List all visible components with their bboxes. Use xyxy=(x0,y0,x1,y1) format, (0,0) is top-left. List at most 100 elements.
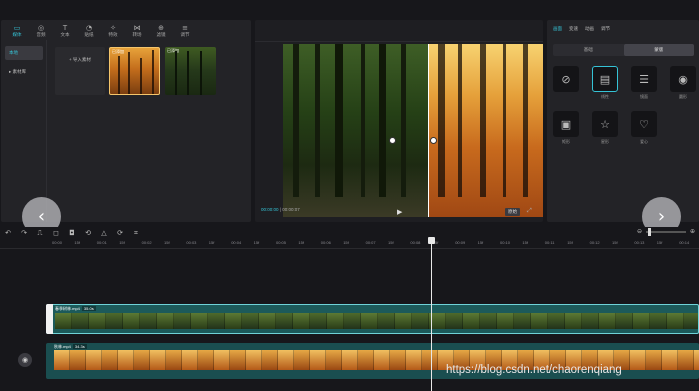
ruler-tick-label: 00:12 xyxy=(589,240,600,245)
tab-text[interactable]: T 文本 xyxy=(53,22,77,40)
ruler-tick-label: 00:09 xyxy=(455,240,466,245)
ruler-tick-label: 00:10 xyxy=(500,240,511,245)
play-icon[interactable]: ▶ xyxy=(397,208,402,216)
adjust-icon: ≡ xyxy=(182,24,188,32)
sidebar-item-local[interactable]: 本地 xyxy=(5,46,43,60)
mask-split-line[interactable] xyxy=(428,44,429,217)
ruler-tick-label: 15f xyxy=(253,240,260,245)
ruler-tick-label: 15f xyxy=(567,240,573,245)
zoom-in-icon[interactable]: ⊕ xyxy=(690,228,695,235)
text-icon: T xyxy=(62,24,68,32)
mask-option-6[interactable]: ♡ xyxy=(631,111,657,137)
tab-label: 转场 xyxy=(132,32,142,37)
tab-media[interactable]: ▭ 媒体 xyxy=(5,22,29,40)
rotate-icon[interactable]: ⟳ xyxy=(112,229,128,237)
split-icon[interactable]: ⎍ xyxy=(32,229,48,238)
properties-panel: 画面 变速 动画 调节 基础 蒙版 ⊘ ▤ 线性 ☰ 镜面 ◉ 圆形 ▣ 矩形 ☆ 星形 ♡ 爱心 xyxy=(547,20,699,222)
ruler-tick-label: 00:05 xyxy=(276,240,287,245)
clip-frames xyxy=(55,313,698,329)
mask-label: 镜面 xyxy=(640,94,648,99)
ruler-tick-label: 00:02 xyxy=(141,240,152,245)
mask-label: 线性 xyxy=(601,94,609,99)
tab-label: 滤镜 xyxy=(156,32,166,37)
mask-label: 星形 xyxy=(601,139,609,144)
import-media-button[interactable]: + 导入素材 xyxy=(55,47,105,95)
chevron-right-icon: › xyxy=(657,206,666,227)
preview-video[interactable] xyxy=(283,44,543,217)
playhead[interactable] xyxy=(431,237,432,391)
tab-sticker[interactable]: ◔ 贴纸 xyxy=(77,22,101,40)
redo-icon[interactable]: ↷ xyxy=(16,229,32,237)
thumbnail-label: 已添加 xyxy=(112,49,124,54)
delete-icon[interactable]: ◻ xyxy=(48,229,64,237)
mask-option-0[interactable]: ⊘ xyxy=(553,66,579,92)
freeze-icon[interactable]: ◘ xyxy=(64,229,80,237)
tab-audio[interactable]: ◎ 音频 xyxy=(29,22,53,40)
zoom-out-icon[interactable]: ⊖ xyxy=(637,228,642,235)
chevron-left-icon: ‹ xyxy=(37,206,46,227)
current-time: 00:00:00 xyxy=(261,207,279,212)
thumbnail-label: 已添加 xyxy=(167,48,179,53)
media-thumbnail-spring[interactable]: 已添加 xyxy=(165,47,216,95)
watermark-text: https://blog.csdn.net/chaorenqiang xyxy=(446,364,622,376)
ratio-button[interactable]: 原始 xyxy=(505,208,520,216)
mask-label: 爱心 xyxy=(640,139,648,144)
mask-option-3[interactable]: ◉ xyxy=(670,66,696,92)
ruler-tick-label: 15f xyxy=(656,240,663,245)
sticker-icon: ◔ xyxy=(85,24,93,32)
ruler-tick-label: 15f xyxy=(74,240,80,245)
tab-label: 调节 xyxy=(180,32,190,37)
clip-duration: 35.0s xyxy=(81,306,96,311)
media-thumbnail-autumn[interactable]: 已添加 xyxy=(109,47,160,95)
tab-filter[interactable]: ⊕ 滤镜 xyxy=(149,22,173,40)
time-ruler[interactable]: 00:00 15f 00:01 15f 00:02 15f 00:03 15f 00:04 15f… xyxy=(0,239,699,249)
fullscreen-icon[interactable]: ⤢ xyxy=(527,208,532,215)
mask-option-4[interactable]: ▣ xyxy=(553,111,579,137)
segment-mask[interactable]: 蒙版 xyxy=(623,44,694,56)
ruler-tick-label: 00:06 xyxy=(320,240,331,245)
tab-label: 文本 xyxy=(60,32,70,37)
undo-icon[interactable]: ↶ xyxy=(0,229,16,237)
ruler-tick-label: 15f xyxy=(119,240,125,245)
video-track-spring[interactable]: 春季树林.mp4 35.0s xyxy=(46,304,699,334)
tab-effects[interactable]: ✧ 特效 xyxy=(101,22,125,40)
tab-adjust[interactable]: ≡ 调节 xyxy=(173,22,197,40)
ruler-tick-label: 00:13 xyxy=(634,240,645,245)
mirror-icon[interactable]: △ xyxy=(96,229,112,237)
ruler-tick-label: 00:07 xyxy=(365,240,376,245)
media-sidebar: 本地 ▸ 素材库 xyxy=(5,46,43,84)
properties-tabs: 画面 变速 动画 调节 xyxy=(553,26,610,32)
ruler-tick-label: 00:03 xyxy=(186,240,197,245)
mask-option-2[interactable]: ☰ xyxy=(631,66,657,92)
properties-segment: 基础 蒙版 xyxy=(553,44,694,56)
mask-rotate-handle[interactable] xyxy=(430,137,437,144)
tab-transition[interactable]: ⋈ 转场 xyxy=(125,22,149,40)
reverse-icon[interactable]: ⟲ xyxy=(80,229,96,237)
mask-option-5[interactable]: ☆ xyxy=(592,111,618,137)
autumn-forest-frame xyxy=(428,44,543,217)
mask-handle[interactable] xyxy=(389,137,396,144)
tab-label: 媒体 xyxy=(12,32,22,37)
ruler-tick-label: 15f xyxy=(388,240,394,245)
media-icon: ▭ xyxy=(13,24,21,32)
ruler-tick-label: 15f xyxy=(612,240,618,245)
mask-option-1[interactable]: ▤ xyxy=(592,66,618,92)
clip-trim-handle[interactable] xyxy=(46,304,53,334)
tab-speed[interactable]: 变速 xyxy=(569,26,578,32)
tab-label: 音频 xyxy=(36,32,46,37)
tab-animation[interactable]: 动画 xyxy=(585,26,594,32)
tab-label: 贴纸 xyxy=(84,32,94,37)
tab-picture[interactable]: 画面 xyxy=(553,26,562,32)
ruler-tick-label: 15f xyxy=(343,240,349,245)
clip-name: 春季树林.mp4 xyxy=(55,306,80,311)
track-audio-icon[interactable]: ◉ xyxy=(18,353,32,367)
clip-duration: 34.3s xyxy=(72,344,87,349)
ruler-tick-label: 15f xyxy=(298,240,304,245)
crop-icon[interactable]: ⌗ xyxy=(128,229,144,238)
ruler-tick-label: 00:14 xyxy=(679,240,690,245)
sidebar-item-library[interactable]: ▸ 素材库 xyxy=(5,65,43,79)
ruler-tick-label: 00:00 xyxy=(52,240,63,245)
tab-adjust[interactable]: 调节 xyxy=(601,26,610,32)
segment-basic[interactable]: 基础 xyxy=(553,44,624,56)
zoom-slider[interactable] xyxy=(645,227,686,236)
